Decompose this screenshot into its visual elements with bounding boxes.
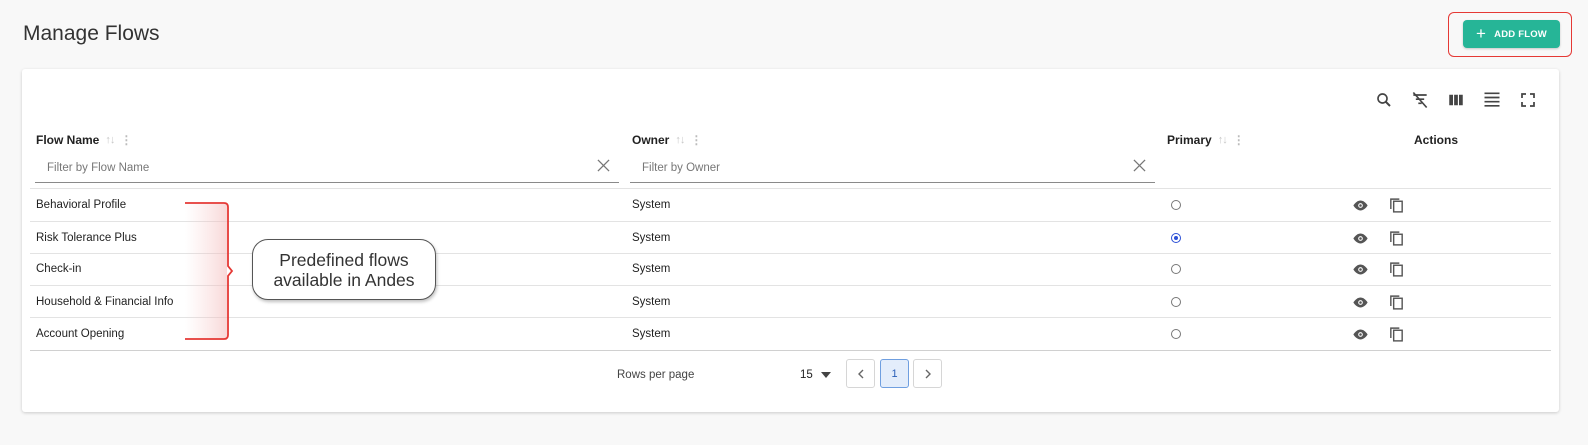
primary-radio[interactable]: [1171, 297, 1181, 307]
owner-filter-input[interactable]: [642, 161, 1133, 174]
column-header-flow-name[interactable]: Flow Name ↑↓ ⋮: [36, 133, 132, 147]
chevron-right-icon: [925, 369, 931, 378]
clear-icon[interactable]: [1133, 158, 1149, 177]
column-menu-icon[interactable]: ⋮: [690, 133, 702, 147]
plus-icon: +: [1476, 23, 1487, 43]
table-row: Account Opening System: [30, 318, 1551, 350]
primary-radio-selected[interactable]: [1171, 233, 1181, 243]
owner-filter: [630, 153, 1155, 183]
search-icon[interactable]: [1373, 89, 1395, 111]
clear-icon[interactable]: [597, 158, 613, 177]
column-header-label: Primary: [1167, 133, 1212, 147]
view-icon[interactable]: [1352, 318, 1369, 350]
column-menu-icon[interactable]: ⋮: [1233, 133, 1245, 147]
owner-cell: System: [632, 232, 671, 244]
table-toolbar: [1373, 89, 1539, 111]
annotation-line-2: available in Andes: [273, 269, 415, 290]
page-button-current[interactable]: 1: [880, 359, 909, 388]
annotation-callout: Predefined flows available in Andes: [252, 239, 436, 300]
flow-name-filter: [35, 153, 619, 183]
primary-radio[interactable]: [1171, 329, 1181, 339]
owner-cell: System: [632, 263, 671, 275]
page-title: Manage Flows: [23, 22, 160, 45]
column-header-actions: Actions: [1414, 133, 1458, 147]
flows-table-card: Flow Name ↑↓ ⋮ Owner ↑↓ ⋮ Primary ↑↓ ⋮ A…: [22, 69, 1559, 412]
sort-icon[interactable]: ↑↓: [1218, 134, 1228, 146]
add-flow-button[interactable]: + ADD FLOW: [1463, 20, 1560, 48]
copy-icon[interactable]: [1388, 222, 1405, 254]
column-header-owner[interactable]: Owner ↑↓ ⋮: [632, 133, 702, 147]
primary-radio[interactable]: [1171, 264, 1181, 274]
column-header-label: Flow Name: [36, 133, 100, 147]
flow-name-filter-input[interactable]: [47, 161, 597, 174]
owner-cell: System: [632, 296, 671, 308]
column-header-label: Actions: [1414, 133, 1459, 147]
column-header-primary[interactable]: Primary ↑↓ ⋮: [1167, 133, 1245, 147]
primary-radio[interactable]: [1171, 200, 1181, 210]
density-icon[interactable]: [1481, 89, 1503, 111]
table-row: Behavioral Profile System: [30, 189, 1551, 221]
copy-icon[interactable]: [1388, 318, 1405, 350]
columns-icon[interactable]: [1445, 89, 1467, 111]
chevron-left-icon: [857, 369, 863, 378]
add-flow-label: ADD FLOW: [1494, 28, 1547, 40]
sort-icon[interactable]: ↑↓: [675, 134, 685, 146]
flow-name-cell: Household & Financial Info: [36, 296, 174, 308]
view-icon[interactable]: [1352, 222, 1369, 254]
next-page-button[interactable]: [913, 359, 942, 388]
flow-name-cell: Risk Tolerance Plus: [36, 232, 137, 244]
divider: [30, 350, 1551, 351]
copy-icon[interactable]: [1388, 286, 1405, 318]
copy-icon[interactable]: [1388, 189, 1405, 221]
rows-per-page-value: 15: [800, 369, 813, 381]
flow-name-cell: Behavioral Profile: [36, 199, 127, 211]
annotation-line-1: Predefined flows: [279, 249, 409, 270]
owner-cell: System: [632, 199, 671, 211]
pagination: Rows per page 15 1: [22, 359, 1559, 389]
view-icon[interactable]: [1352, 253, 1369, 285]
prev-page-button[interactable]: [846, 359, 875, 388]
rows-per-page-label: Rows per page: [617, 369, 695, 381]
sort-icon[interactable]: ↑↓: [105, 134, 115, 146]
view-icon[interactable]: [1352, 189, 1369, 221]
caret-down-icon: [820, 372, 831, 378]
column-menu-icon[interactable]: ⋮: [120, 133, 132, 147]
owner-cell: System: [632, 328, 671, 340]
rows-per-page-select[interactable]: 15: [800, 369, 831, 381]
flow-name-cell: Check-in: [36, 263, 82, 275]
fullscreen-icon[interactable]: [1517, 89, 1539, 111]
filter-off-icon[interactable]: [1409, 89, 1431, 111]
copy-icon[interactable]: [1388, 253, 1405, 285]
flow-name-cell: Account Opening: [36, 328, 125, 340]
annotation-bracket: [185, 202, 234, 340]
column-header-label: Owner: [632, 133, 670, 147]
view-icon[interactable]: [1352, 286, 1369, 318]
